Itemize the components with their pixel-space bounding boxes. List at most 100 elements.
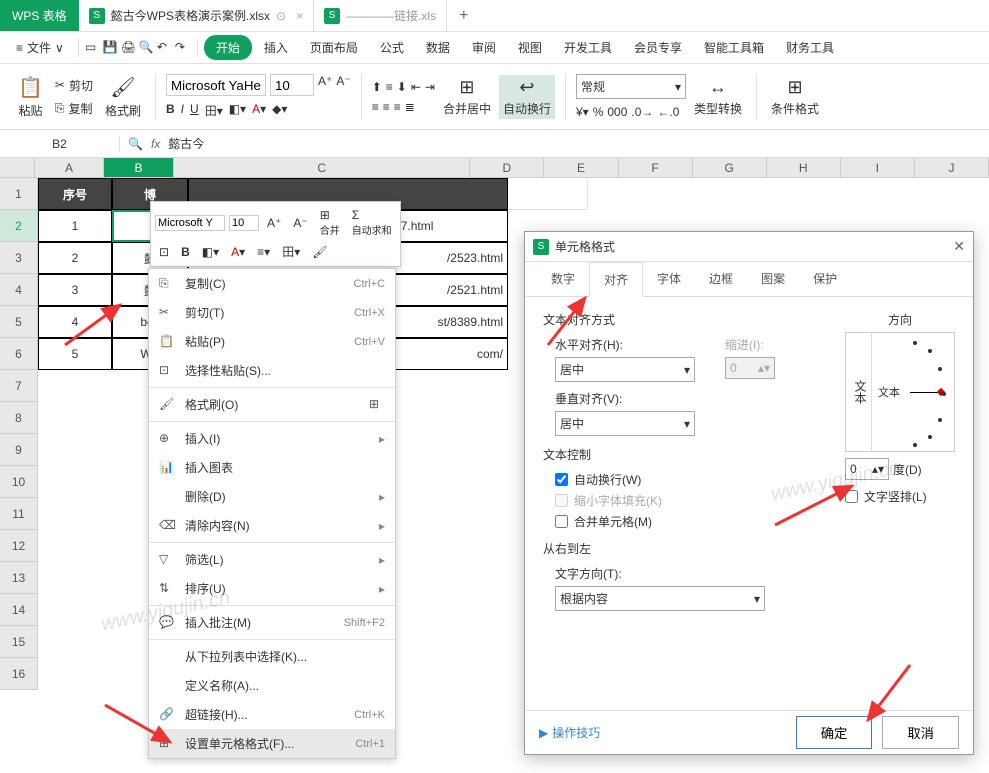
cell[interactable]: 5 xyxy=(38,338,112,370)
tab-pattern[interactable]: 图案 xyxy=(747,262,799,296)
col-header[interactable]: B xyxy=(104,158,174,177)
menu-delete[interactable]: 删除(D)▸ xyxy=(149,482,395,511)
tab-view[interactable]: 视图 xyxy=(508,33,552,62)
menu-sort[interactable]: ⇅排序(U)▸ xyxy=(149,574,395,603)
decrease-font-icon[interactable]: A⁻ xyxy=(336,74,350,96)
menu-filter[interactable]: ▽筛选(L)▸ xyxy=(149,545,395,574)
tab-layout[interactable]: 页面布局 xyxy=(300,33,368,62)
col-header[interactable]: D xyxy=(470,158,544,177)
vertical-text-button[interactable]: 文本 xyxy=(846,333,872,451)
row-header[interactable]: 10 xyxy=(0,466,38,498)
zoom-icon[interactable]: 🔍 xyxy=(128,137,143,151)
save-icon[interactable]: 💾 xyxy=(103,40,119,56)
currency-icon[interactable]: ¥▾ xyxy=(576,105,589,119)
cut-button[interactable]: ✂ 剪切 xyxy=(51,75,97,96)
menu-paste[interactable]: 📋粘贴(P)Ctrl+V xyxy=(149,327,395,356)
v-align-select[interactable]: 居中▾ xyxy=(555,411,695,436)
mini-size-select[interactable] xyxy=(229,215,259,231)
underline-button[interactable]: U xyxy=(190,102,199,119)
col-header[interactable]: F xyxy=(619,158,693,177)
redo-icon[interactable]: ↷ xyxy=(175,40,191,56)
align-middle-icon[interactable]: ≡ xyxy=(386,80,393,94)
decrease-decimal-icon[interactable]: ←.0 xyxy=(657,105,679,119)
tab-font[interactable]: 字体 xyxy=(643,262,695,296)
tab-review[interactable]: 审阅 xyxy=(462,33,506,62)
menu-copy[interactable]: ⎘复制(C)Ctrl+C xyxy=(149,269,395,298)
new-icon[interactable]: ▭ xyxy=(85,40,101,56)
highlight-button[interactable]: ◆▾ xyxy=(272,102,287,119)
menu-dropdown-select[interactable]: 从下拉列表中选择(K)... xyxy=(149,642,395,671)
name-box[interactable]: B2 xyxy=(0,137,120,151)
auto-wrap-button[interactable]: ↩自动换行 xyxy=(499,75,555,119)
paste-button[interactable]: 📋粘贴 xyxy=(14,73,47,121)
close-icon[interactable]: × xyxy=(296,9,303,23)
menu-clear[interactable]: ⌫清除内容(N)▸ xyxy=(149,511,395,540)
tab-formula[interactable]: 公式 xyxy=(370,33,414,62)
row-header[interactable]: 7 xyxy=(0,370,38,402)
select-all-corner[interactable] xyxy=(0,158,35,177)
font-color-icon[interactable]: A▾ xyxy=(227,243,249,261)
percent-icon[interactable]: % xyxy=(593,105,604,119)
col-header[interactable]: C xyxy=(174,158,470,177)
tab-member[interactable]: 会员专享 xyxy=(624,33,692,62)
row-header[interactable]: 11 xyxy=(0,498,38,530)
tab-insert[interactable]: 插入 xyxy=(254,33,298,62)
indent-decrease-icon[interactable]: ⇤ xyxy=(411,80,421,94)
menu-insert-comment[interactable]: 💬插入批注(M)Shift+F2 xyxy=(149,608,395,637)
align-left-icon[interactable]: ≡ xyxy=(372,100,379,114)
preview-icon[interactable]: 🔍 xyxy=(139,40,155,56)
cell[interactable]: 3 xyxy=(38,274,112,306)
h-align-select[interactable]: 居中▾ xyxy=(555,357,695,382)
font-size-select[interactable] xyxy=(270,74,314,96)
merge-center-button[interactable]: ⊞合并居中 xyxy=(439,75,495,119)
add-tab-button[interactable]: + xyxy=(447,0,480,31)
col-header[interactable]: G xyxy=(693,158,767,177)
workbook-tab-active[interactable]: S 懿古今WPS表格演示案例.xlsx ⊙ × xyxy=(79,0,314,31)
pin-icon[interactable]: ⊙ xyxy=(276,9,286,23)
autosum-button[interactable]: Σ自动求和 xyxy=(348,206,396,239)
increase-font-icon[interactable]: A⁺ xyxy=(263,214,285,232)
cell[interactable] xyxy=(508,178,588,210)
row-header[interactable]: 13 xyxy=(0,562,38,594)
menu-cell-format[interactable]: ⊞设置单元格格式(F)...Ctrl+1 xyxy=(149,729,395,758)
row-header[interactable]: 16 xyxy=(0,658,38,690)
tips-link[interactable]: ▶操作技巧 xyxy=(539,724,600,741)
menu-cut[interactable]: ✂剪切(T)Ctrl+X xyxy=(149,298,395,327)
degree-spinner[interactable]: 0▴▾ xyxy=(845,458,889,480)
ok-button[interactable]: 确定 xyxy=(796,716,873,749)
menu-insert-chart[interactable]: 📊插入图表 xyxy=(149,453,395,482)
align-top-icon[interactable]: ⬆ xyxy=(372,80,382,94)
row-header[interactable]: 4 xyxy=(0,274,38,306)
menu-insert[interactable]: ⊕插入(I)▸ xyxy=(149,424,395,453)
tab-border[interactable]: 边框 xyxy=(695,262,747,296)
row-header[interactable]: 3 xyxy=(0,242,38,274)
vertical-text-checkbox[interactable]: 文字竖排(L) xyxy=(845,488,955,505)
number-format-select[interactable]: 常规▾ xyxy=(576,74,686,99)
fill-color-button[interactable]: ◧▾ xyxy=(229,102,246,119)
tab-data[interactable]: 数据 xyxy=(416,33,460,62)
orientation-dial[interactable]: 文本 xyxy=(872,333,954,451)
tab-developer[interactable]: 开发工具 xyxy=(554,33,622,62)
type-convert-button[interactable]: ↔类型转换 xyxy=(690,75,746,119)
bold-button[interactable]: B xyxy=(166,102,175,119)
menu-paste-special[interactable]: ⊡选择性粘贴(S)... xyxy=(149,356,395,385)
row-header[interactable]: 1 xyxy=(0,178,38,210)
cell[interactable]: 1 xyxy=(38,210,112,242)
increase-decimal-icon[interactable]: .0→ xyxy=(631,105,653,119)
row-header[interactable]: 2 xyxy=(0,210,38,242)
row-header[interactable]: 14 xyxy=(0,594,38,626)
menu-format-painter[interactable]: 🖌格式刷(O)⊞ xyxy=(149,390,395,419)
format-painter-button[interactable]: 🖌格式刷 xyxy=(101,73,145,121)
tab-alignment[interactable]: 对齐 xyxy=(589,262,643,297)
tab-protection[interactable]: 保护 xyxy=(799,262,851,296)
row-header[interactable]: 6 xyxy=(0,338,38,370)
col-header[interactable]: E xyxy=(544,158,618,177)
file-menu[interactable]: ≡ 文件 ∨ xyxy=(8,35,72,60)
col-header[interactable]: H xyxy=(767,158,841,177)
italic-button[interactable]: I xyxy=(181,102,184,119)
cancel-button[interactable]: 取消 xyxy=(882,716,959,749)
row-header[interactable]: 9 xyxy=(0,434,38,466)
row-header[interactable]: 5 xyxy=(0,306,38,338)
align-center-icon[interactable]: ≡ xyxy=(383,100,390,114)
merge-button[interactable]: ⊞合并 xyxy=(316,206,344,239)
